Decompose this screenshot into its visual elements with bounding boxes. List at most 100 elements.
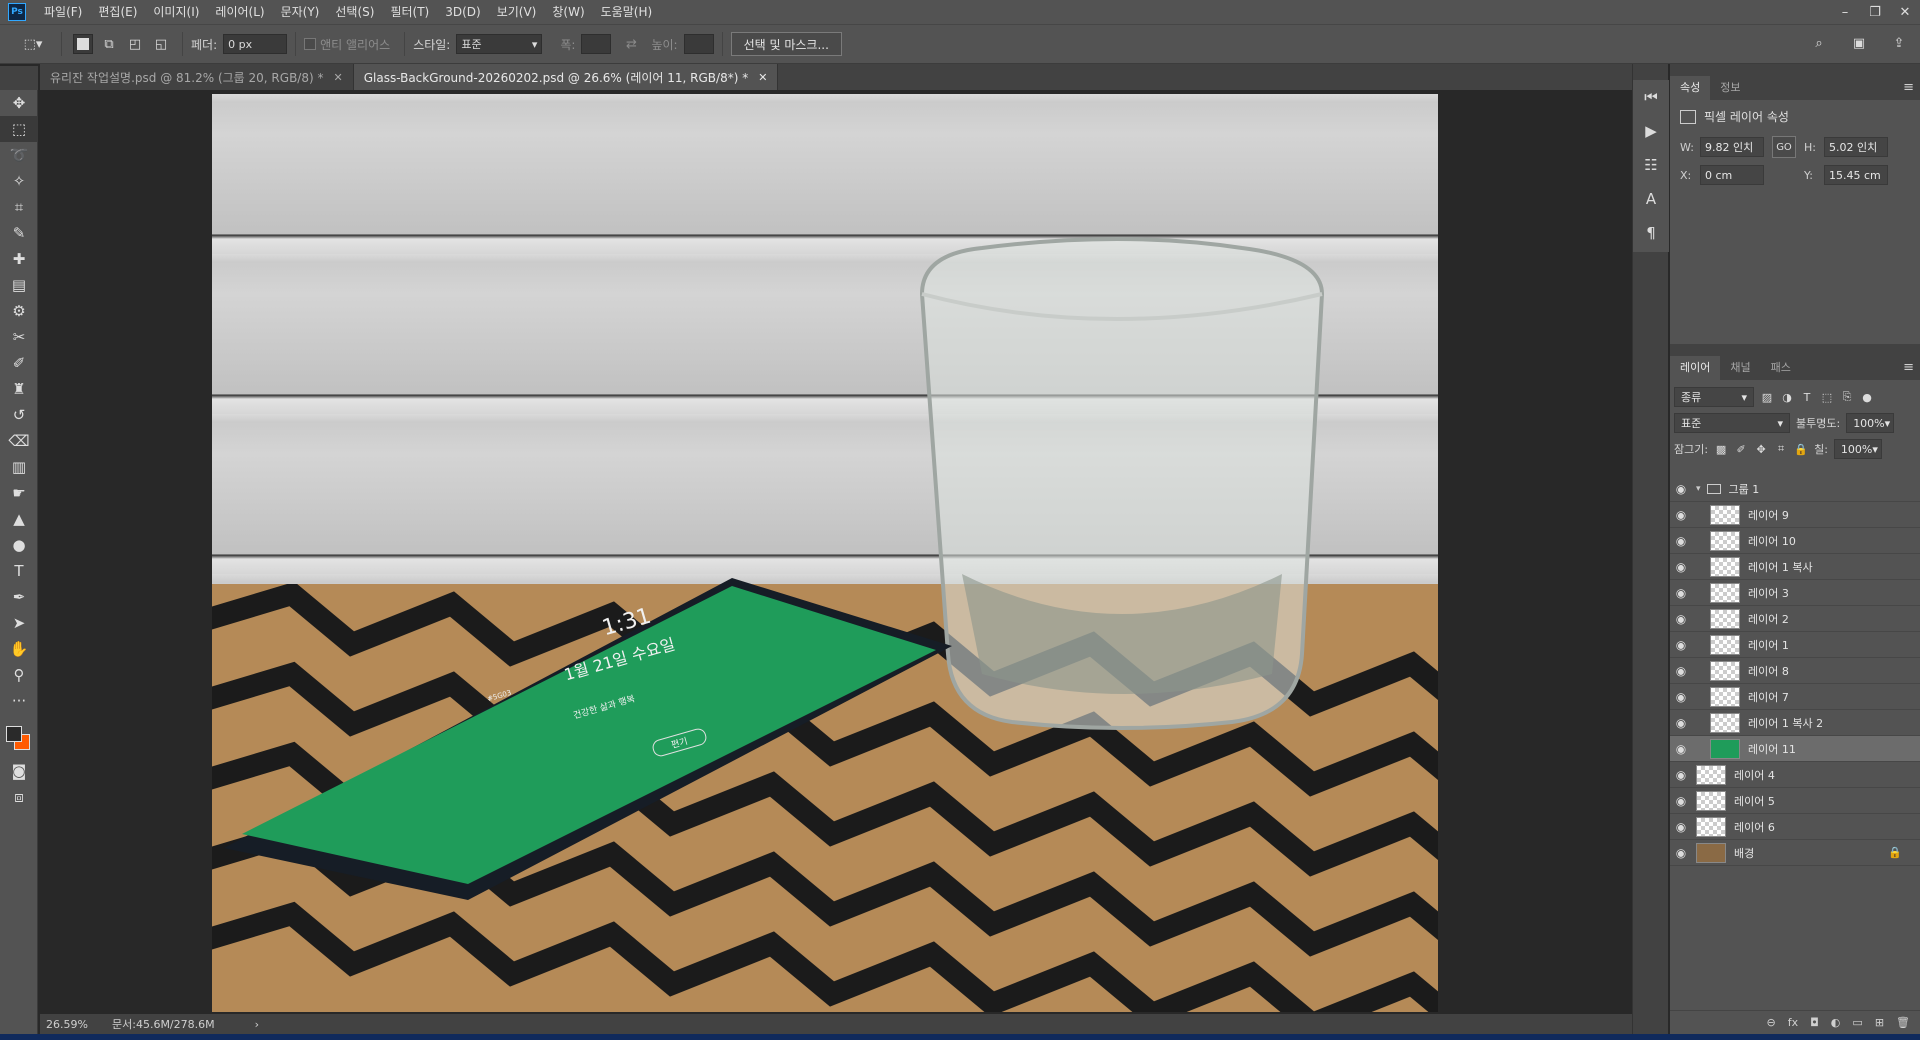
eraser-tool-icon[interactable]: ⌫: [0, 428, 38, 454]
feather-input[interactable]: 0 px: [223, 34, 288, 54]
lock-transparency-icon[interactable]: ▩: [1714, 442, 1728, 456]
hand-tool-icon[interactable]: ✋: [0, 636, 38, 662]
marquee-tool-icon[interactable]: ⬚: [0, 116, 38, 142]
eye-icon[interactable]: ◉: [1670, 482, 1692, 496]
restore-button[interactable]: ❐: [1860, 0, 1890, 24]
history-brush-tool-icon[interactable]: ↺: [0, 402, 38, 428]
menu-3d[interactable]: 3D(D): [437, 0, 488, 24]
trash-icon[interactable]: 🗑: [1896, 1016, 1910, 1029]
minimize-button[interactable]: –: [1830, 0, 1860, 24]
layer-row[interactable]: ◉ 레이어 8: [1670, 658, 1920, 684]
layer-row[interactable]: ◉ 레이어 1 복사: [1670, 554, 1920, 580]
new-layer-icon[interactable]: ⊞: [1875, 1016, 1884, 1029]
menu-edit[interactable]: 편집(E): [90, 0, 145, 24]
menu-view[interactable]: 보기(V): [489, 0, 545, 24]
eye-icon[interactable]: ◉: [1670, 690, 1692, 704]
panel-menu-icon[interactable]: ≡: [1903, 360, 1914, 375]
eye-icon[interactable]: ◉: [1670, 586, 1692, 600]
menu-image[interactable]: 이미지(I): [145, 0, 207, 24]
close-icon[interactable]: ✕: [758, 71, 767, 84]
subtract-selection-icon[interactable]: ◰: [125, 34, 145, 54]
lasso-tool-icon[interactable]: ➰: [0, 142, 38, 168]
eye-icon[interactable]: ◉: [1670, 742, 1692, 756]
layer-row[interactable]: ◉ 레이어 5: [1670, 788, 1920, 814]
tab-document-2[interactable]: Glass-BackGround-20260202.psd @ 26.6% (레…: [353, 64, 779, 90]
layer-row-background[interactable]: ◉ 배경 🔒: [1670, 840, 1920, 866]
tab-layers[interactable]: 레이어: [1670, 356, 1721, 380]
character-icon[interactable]: A: [1633, 182, 1669, 216]
layer-row-selected[interactable]: ◉ 레이어 11: [1670, 736, 1920, 762]
brush-tool-icon[interactable]: ✐: [0, 350, 38, 376]
content-aware-move-tool-icon[interactable]: ⚙: [0, 298, 38, 324]
menu-layer[interactable]: 레이어(L): [207, 0, 272, 24]
toolbar-grip[interactable]: [0, 66, 38, 90]
layer-row[interactable]: ◉ 레이어 7: [1670, 684, 1920, 710]
more-tools-icon[interactable]: ···: [0, 688, 38, 714]
layer-style-icon[interactable]: fx: [1788, 1016, 1798, 1029]
width-input[interactable]: [581, 34, 612, 54]
layer-row-group[interactable]: ◉ ▾ 그룹 1: [1670, 476, 1920, 502]
close-icon[interactable]: ✕: [333, 71, 342, 84]
add-mask-icon[interactable]: ◘: [1810, 1016, 1819, 1029]
add-selection-icon[interactable]: ⧉: [99, 34, 119, 54]
y-field[interactable]: 15.45 cm: [1824, 165, 1888, 185]
canvas-area[interactable]: 1:31 1월 21일 수요일 건강한 삶과 행복 #5G03 편기: [40, 90, 1632, 1014]
close-window-button[interactable]: ✕: [1890, 0, 1920, 24]
blend-mode-select[interactable]: 표준 ▾: [1674, 413, 1790, 433]
layer-row[interactable]: ◉ 레이어 9: [1670, 502, 1920, 528]
height-input[interactable]: [683, 34, 714, 54]
filter-kind-select[interactable]: 종류 ▾: [1674, 387, 1754, 407]
smudge-tool-icon[interactable]: ☛: [0, 480, 38, 506]
menu-type[interactable]: 문자(Y): [273, 0, 328, 24]
eyedropper-tool-icon[interactable]: ✎: [0, 220, 38, 246]
pen-tool-icon[interactable]: ✒: [0, 584, 38, 610]
history-icon[interactable]: ⏮: [1633, 80, 1669, 114]
type-tool-icon[interactable]: T: [0, 558, 38, 584]
status-menu-arrow[interactable]: ›: [255, 1018, 259, 1031]
select-and-mask-button[interactable]: 선택 및 마스크...: [730, 32, 842, 56]
lock-artboard-icon[interactable]: ⌗: [1774, 442, 1788, 456]
eye-icon[interactable]: ◉: [1670, 794, 1692, 808]
intersect-selection-icon[interactable]: ◱: [151, 34, 171, 54]
antialias-checkbox[interactable]: [304, 38, 317, 50]
menu-filter[interactable]: 필터(T): [382, 0, 437, 24]
share-icon[interactable]: ⇪: [1889, 33, 1909, 53]
fill-field[interactable]: 100% ▾: [1833, 439, 1882, 459]
workspace-icon[interactable]: ▣: [1849, 33, 1869, 53]
clone-stamp-tool-icon[interactable]: ♜: [0, 376, 38, 402]
height-field[interactable]: 5.02 인치: [1824, 137, 1888, 157]
width-field[interactable]: 9.82 인치: [1700, 137, 1764, 157]
zoom-tool-icon[interactable]: ⚲: [0, 662, 38, 688]
tab-info[interactable]: 정보: [1710, 76, 1750, 100]
type-filter-icon[interactable]: T: [1800, 390, 1814, 404]
link-icon[interactable]: GO: [1772, 136, 1796, 158]
adjustment-layer-icon[interactable]: ◐: [1831, 1016, 1841, 1029]
tab-properties[interactable]: 속성: [1670, 76, 1711, 100]
marquee-preset-icon[interactable]: ⬚▾: [16, 34, 50, 54]
dodge-tool-icon[interactable]: ●: [0, 532, 38, 558]
eye-icon[interactable]: ◉: [1670, 768, 1692, 782]
filter-toggle-icon[interactable]: ●: [1860, 390, 1874, 404]
foreground-color-swatch[interactable]: [6, 726, 22, 742]
eye-icon[interactable]: ◉: [1670, 508, 1692, 522]
eye-icon[interactable]: ◉: [1670, 534, 1692, 548]
lock-position-icon[interactable]: ✥: [1754, 442, 1768, 456]
eye-icon[interactable]: ◉: [1670, 846, 1692, 860]
menu-help[interactable]: 도움말(H): [593, 0, 661, 24]
eye-icon[interactable]: ◉: [1670, 716, 1692, 730]
crop-tool-icon[interactable]: ⌗: [0, 194, 38, 220]
menu-select[interactable]: 선택(S): [327, 0, 382, 24]
tab-paths[interactable]: 패스: [1761, 356, 1801, 380]
menu-window[interactable]: 창(W): [544, 0, 592, 24]
search-icon[interactable]: ⌕: [1809, 33, 1829, 53]
x-field[interactable]: 0 cm: [1700, 165, 1764, 185]
patch-tool-icon[interactable]: ▤: [0, 272, 38, 298]
tab-document-1[interactable]: 유리잔 작업설명.psd @ 81.2% (그룹 20, RGB/8) * ✕: [40, 64, 354, 90]
layer-row[interactable]: ◉ 레이어 1: [1670, 632, 1920, 658]
sharpen-tool-icon[interactable]: ▲: [0, 506, 38, 532]
layer-row[interactable]: ◉ 레이어 10: [1670, 528, 1920, 554]
swap-icon[interactable]: ⇄: [621, 34, 641, 54]
paragraph-icon[interactable]: ¶: [1633, 216, 1669, 250]
eye-icon[interactable]: ◉: [1670, 664, 1692, 678]
opacity-field[interactable]: 100% ▾: [1846, 413, 1895, 433]
